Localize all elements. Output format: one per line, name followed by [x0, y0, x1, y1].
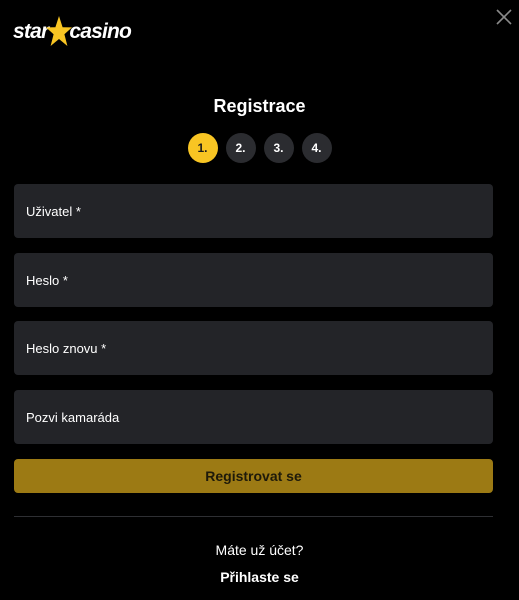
password-input[interactable]	[26, 272, 481, 288]
invite-friend-field-container	[14, 390, 493, 444]
password-repeat-input[interactable]	[26, 340, 481, 356]
step-2: 2.	[225, 133, 256, 163]
login-link[interactable]: Přihlaste se	[0, 569, 519, 585]
have-account-text: Máte už účet?	[215, 542, 304, 558]
step-3: 3.	[263, 133, 294, 163]
invite-friend-input[interactable]	[26, 409, 481, 425]
logo-text-star: star	[13, 20, 49, 43]
step-4: 4.	[301, 133, 332, 163]
close-icon[interactable]	[495, 8, 513, 26]
password-repeat-field-container	[14, 321, 493, 375]
divider	[14, 516, 493, 517]
password-field-container	[14, 253, 493, 307]
username-field-container	[14, 184, 493, 238]
username-input[interactable]	[26, 203, 481, 219]
step-1: 1.	[187, 133, 218, 163]
page-title: Registrace	[213, 96, 306, 116]
logo-text-casino: casino	[69, 20, 132, 43]
starcasino-logo[interactable]: star casino	[13, 14, 132, 50]
step-indicator: 1. 2. 3. 4.	[0, 133, 519, 163]
registration-modal: star casino Registrace 1. 2. 3. 4. Regis…	[0, 0, 519, 600]
register-button[interactable]: Registrovat se	[14, 459, 493, 493]
